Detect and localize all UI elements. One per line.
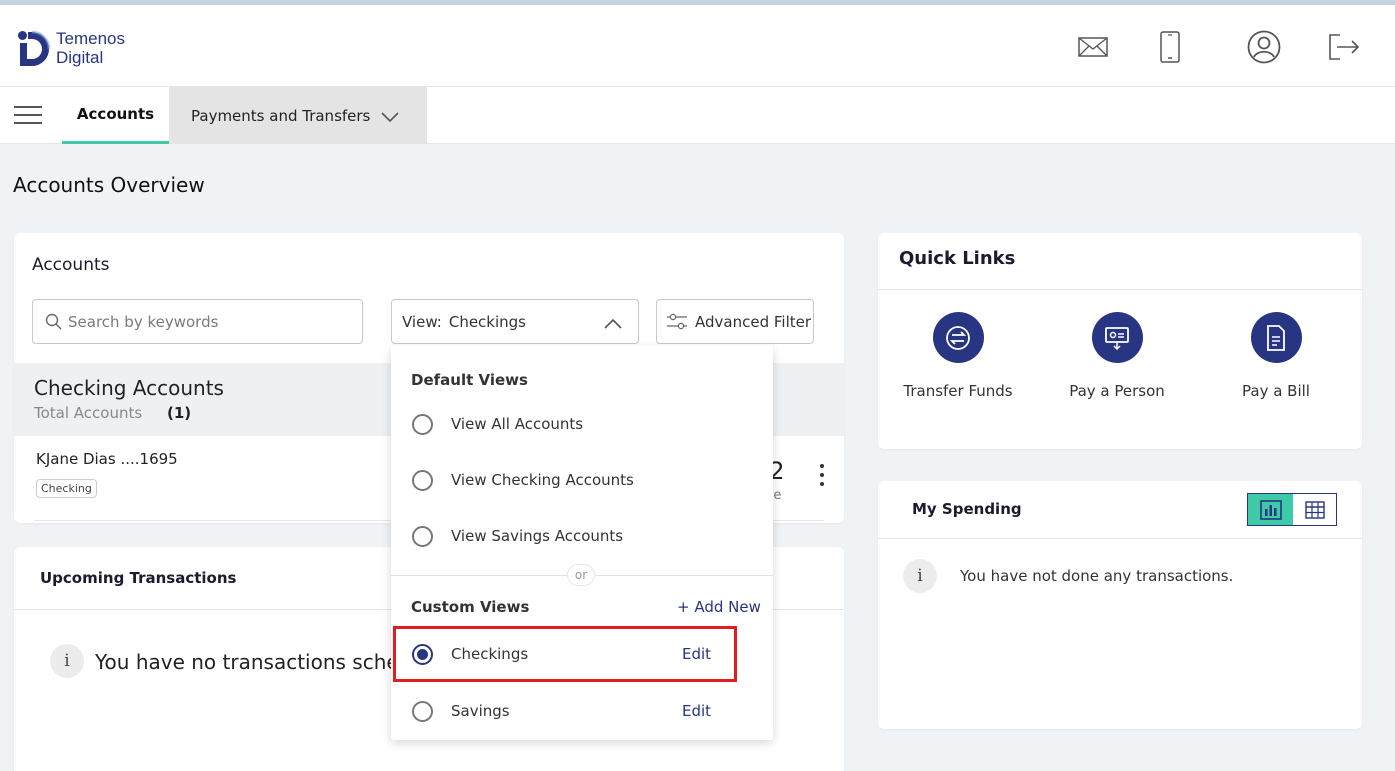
quick-link-label: Transfer Funds [903, 382, 1013, 400]
info-icon: i [903, 559, 937, 593]
upcoming-empty-message: You have no transactions schedu [95, 650, 425, 674]
add-new-view-link[interactable]: + Add New [677, 598, 761, 616]
page-title: Accounts Overview [13, 173, 205, 197]
view-option-savings-accounts[interactable]: View Savings Accounts [412, 525, 623, 547]
tab-payments-label: Payments and Transfers [191, 106, 371, 125]
quick-link-pay-a-person[interactable]: Pay a Person [1037, 312, 1197, 400]
quick-links-card: Quick Links Transfer Funds Pay a Person … [878, 233, 1362, 449]
mobile-icon[interactable] [1159, 30, 1181, 64]
spending-empty-message: You have not done any transactions. [960, 567, 1234, 585]
accounts-card-title: Accounts [32, 255, 110, 275]
group-total-count: (1) [167, 404, 192, 422]
bill-icon [1250, 312, 1302, 363]
account-more-options-icon[interactable] [819, 464, 825, 490]
info-icon: i [50, 644, 84, 678]
mail-icon[interactable] [1078, 30, 1108, 64]
brand-line2: Digital [56, 48, 104, 67]
view-option-label: View Savings Accounts [451, 527, 624, 545]
my-spending-card: My Spending i You have not done any tran… [878, 481, 1362, 729]
default-views-heading: Default Views [411, 371, 528, 389]
search-icon [45, 313, 62, 330]
logout-icon[interactable] [1327, 30, 1361, 64]
search-placeholder: Search by keywords [68, 312, 219, 331]
view-option-label: View All Accounts [451, 415, 584, 433]
quick-link-label: Pay a Bill [1242, 382, 1310, 400]
tab-accounts[interactable]: Accounts [62, 87, 169, 144]
radio-icon [412, 413, 433, 435]
tab-payments-and-transfers[interactable]: Payments and Transfers [169, 87, 427, 144]
hamburger-menu-icon[interactable] [14, 106, 42, 124]
table-view-icon[interactable] [1293, 494, 1336, 525]
spending-title: My Spending [912, 500, 1022, 518]
chevron-up-icon [604, 315, 622, 333]
spending-view-toggle [1247, 493, 1337, 526]
view-option-all-accounts[interactable]: View All Accounts [412, 413, 583, 435]
advanced-filter-button[interactable]: Advanced Filter [656, 299, 814, 344]
highlight-box [393, 626, 737, 682]
divider [878, 538, 1362, 539]
brand-logo[interactable]: Temenos Digital [18, 29, 125, 67]
filter-sliders-icon [667, 313, 687, 330]
profile-icon[interactable] [1246, 30, 1282, 64]
view-select-value: Checkings [448, 312, 526, 331]
radio-icon [412, 700, 433, 722]
pay-person-icon [1091, 312, 1143, 363]
brand-line1: Temenos [56, 29, 125, 48]
custom-views-heading: Custom Views [411, 598, 530, 616]
view-option-label: View Checking Accounts [451, 471, 634, 489]
logo-mark-icon [18, 29, 52, 67]
view-select-label: View: [402, 312, 442, 331]
quick-link-transfer-funds[interactable]: Transfer Funds [878, 312, 1038, 400]
upcoming-title: Upcoming Transactions [40, 569, 237, 587]
chevron-down-icon [381, 109, 399, 127]
radio-icon [412, 525, 433, 547]
quick-link-pay-a-bill[interactable]: Pay a Bill [1196, 312, 1356, 400]
view-option-checking-accounts[interactable]: View Checking Accounts [412, 469, 634, 491]
account-type-badge: Checking [36, 479, 97, 498]
quick-link-label: Pay a Person [1069, 382, 1165, 400]
app-header: Temenos Digital [0, 5, 1395, 87]
group-title: Checking Accounts [34, 376, 224, 400]
view-select[interactable]: View: Checkings [391, 299, 639, 344]
group-total-label: Total Accounts [34, 404, 143, 422]
edit-view-savings-link[interactable]: Edit [682, 702, 711, 720]
main-nav: Accounts Payments and Transfers [0, 87, 1395, 144]
or-separator: or [567, 564, 595, 586]
transfer-icon [932, 312, 984, 363]
quick-links-title: Quick Links [899, 248, 1016, 269]
search-input[interactable]: Search by keywords [32, 299, 363, 344]
custom-view-label: Savings [451, 702, 510, 720]
account-name[interactable]: KJane Dias ....1695 [36, 450, 178, 468]
radio-icon [412, 469, 433, 491]
chart-view-icon[interactable] [1248, 494, 1293, 525]
advanced-filter-label: Advanced Filter [695, 312, 812, 331]
custom-view-savings[interactable]: Savings [412, 700, 510, 722]
divider [878, 289, 1362, 290]
